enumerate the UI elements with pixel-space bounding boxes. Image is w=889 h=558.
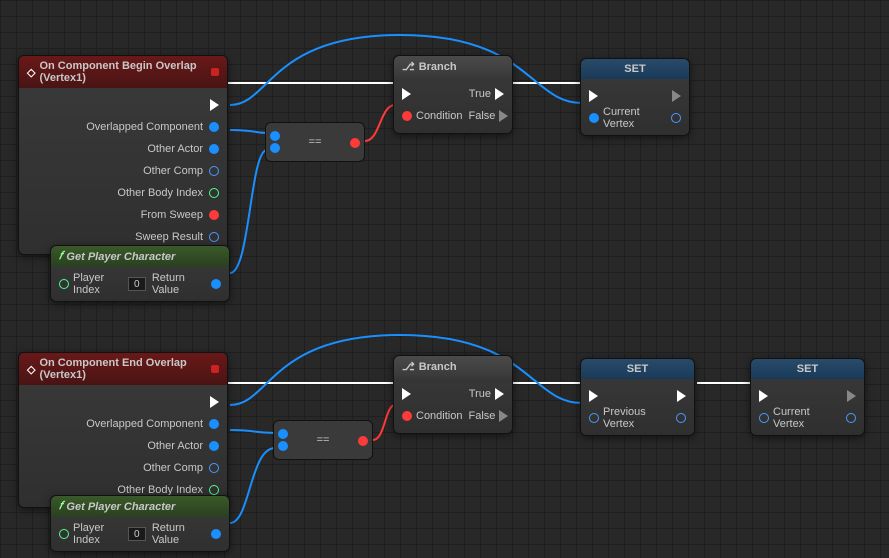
node-title: Branch [419, 361, 457, 373]
exec-in-pin[interactable] [759, 390, 768, 402]
node-header: ◇ On Component End Overlap (Vertex1) [19, 353, 227, 385]
set-node[interactable]: SET Current Vertex [580, 58, 690, 136]
pin-label: Player Index [73, 522, 124, 546]
pin-label: Other Comp [143, 165, 203, 177]
input-pin[interactable] [402, 411, 412, 421]
node-header: 𝑓Get Player Character [51, 496, 229, 517]
pin-label: Condition [416, 410, 462, 422]
exec-out-pin[interactable] [672, 90, 681, 102]
node-title: SET [627, 363, 648, 375]
pin-label: Current Vertex [603, 106, 665, 130]
exec-out-pin[interactable] [499, 110, 508, 122]
pin-label: Sweep Result [135, 231, 203, 243]
output-pin[interactable] [676, 413, 686, 423]
equals-node[interactable]: == [265, 122, 365, 162]
input-pin[interactable] [402, 111, 412, 121]
input-pin[interactable] [59, 279, 69, 289]
output-pin[interactable] [358, 436, 368, 446]
input-pin[interactable] [589, 413, 599, 423]
set-node[interactable]: SET Current Vertex [750, 358, 865, 436]
output-pin[interactable] [671, 113, 681, 123]
node-title: On Component Begin Overlap (Vertex1) [39, 60, 207, 84]
set-node[interactable]: SET Previous Vertex [580, 358, 695, 436]
output-pin[interactable] [211, 529, 221, 539]
output-pin[interactable] [209, 463, 219, 473]
branch-node[interactable]: ⎇Branch True Condition False [393, 355, 513, 434]
breakpoint-icon [211, 365, 219, 373]
pin-label: From Sweep [141, 209, 203, 221]
node-title: == [309, 136, 322, 148]
input-pin[interactable] [270, 143, 280, 153]
input-pin[interactable] [589, 113, 599, 123]
get-player-character-node[interactable]: 𝑓Get Player Character Player Index Retur… [50, 495, 230, 552]
pin-label: False [468, 410, 495, 422]
output-pin[interactable] [209, 232, 219, 242]
exec-in-pin[interactable] [589, 390, 598, 402]
pin-label: Other Actor [147, 440, 203, 452]
pin-label: Overlapped Component [86, 418, 203, 430]
node-header: SET [581, 359, 694, 379]
event-end-overlap-node[interactable]: ◇ On Component End Overlap (Vertex1) Ove… [18, 352, 228, 508]
pin-label: True [469, 388, 491, 400]
node-header: SET [751, 359, 864, 379]
exec-in-pin[interactable] [402, 88, 411, 100]
output-pin[interactable] [209, 144, 219, 154]
branch-node[interactable]: ⎇Branch True Condition False [393, 55, 513, 134]
node-title: Get Player Character [66, 251, 175, 263]
output-pin[interactable] [209, 210, 219, 220]
node-title: == [317, 434, 330, 446]
input-pin[interactable] [278, 429, 288, 439]
exec-out-pin[interactable] [847, 390, 856, 402]
output-pin[interactable] [209, 188, 219, 198]
event-begin-overlap-node[interactable]: ◇ On Component Begin Overlap (Vertex1) O… [18, 55, 228, 255]
pin-label: Current Vertex [773, 406, 840, 430]
breakpoint-icon [211, 68, 219, 76]
input-pin[interactable] [270, 131, 280, 141]
node-header: ⎇Branch [394, 56, 512, 77]
pin-label: Previous Vertex [603, 406, 670, 430]
player-index-input[interactable] [128, 277, 146, 291]
node-header: ⎇Branch [394, 356, 512, 377]
node-title: Branch [419, 61, 457, 73]
pin-label: Overlapped Component [86, 121, 203, 133]
exec-out-pin[interactable] [210, 396, 219, 408]
node-title: Get Player Character [66, 501, 175, 513]
node-title: On Component End Overlap (Vertex1) [39, 357, 207, 381]
exec-out-pin[interactable] [677, 390, 686, 402]
exec-out-pin[interactable] [210, 99, 219, 111]
node-header: SET [581, 59, 689, 79]
output-pin[interactable] [209, 441, 219, 451]
pin-label: Return Value [152, 522, 207, 546]
pin-label: Other Comp [143, 462, 203, 474]
input-pin[interactable] [278, 441, 288, 451]
node-title: SET [797, 363, 818, 375]
output-pin[interactable] [209, 419, 219, 429]
exec-out-pin[interactable] [495, 388, 504, 400]
output-pin[interactable] [209, 122, 219, 132]
player-index-input[interactable] [128, 527, 146, 541]
equals-node[interactable]: == [273, 420, 373, 460]
pin-label: Condition [416, 110, 462, 122]
output-pin[interactable] [209, 166, 219, 176]
node-title: SET [624, 63, 645, 75]
pin-label: Player Index [73, 272, 124, 296]
pin-label: Return Value [152, 272, 207, 296]
pin-label: Other Actor [147, 143, 203, 155]
output-pin[interactable] [209, 485, 219, 495]
output-pin[interactable] [350, 138, 360, 148]
node-header: 𝑓Get Player Character [51, 246, 229, 267]
output-pin[interactable] [211, 279, 221, 289]
get-player-character-node[interactable]: 𝑓Get Player Character Player Index Retur… [50, 245, 230, 302]
exec-out-pin[interactable] [495, 88, 504, 100]
pin-label: Other Body Index [117, 187, 203, 199]
exec-in-pin[interactable] [589, 90, 598, 102]
node-header: ◇ On Component Begin Overlap (Vertex1) [19, 56, 227, 88]
pin-label: False [468, 110, 495, 122]
output-pin[interactable] [846, 413, 856, 423]
exec-in-pin[interactable] [402, 388, 411, 400]
input-pin[interactable] [59, 529, 69, 539]
pin-label: True [469, 88, 491, 100]
input-pin[interactable] [759, 413, 769, 423]
exec-out-pin[interactable] [499, 410, 508, 422]
